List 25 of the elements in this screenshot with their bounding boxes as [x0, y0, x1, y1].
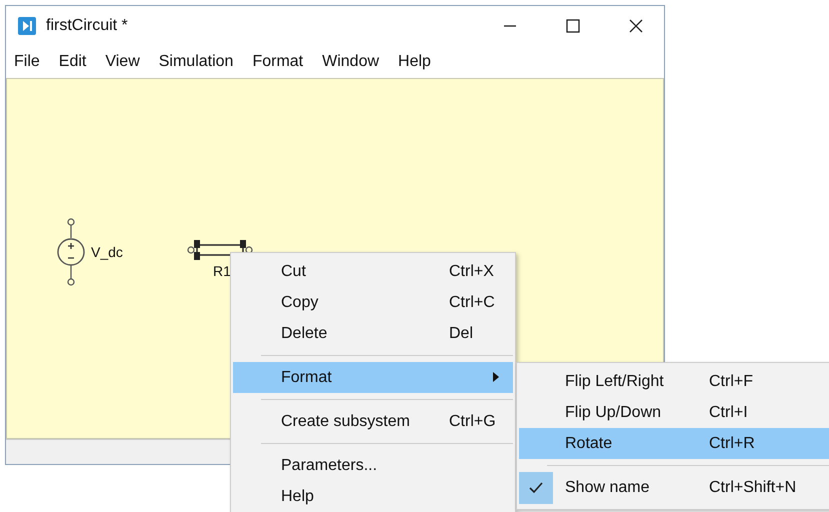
context-menu-item[interactable]: Copy Ctrl+C — [233, 287, 513, 318]
component-label: R1 — [213, 263, 231, 279]
submenu-item[interactable]: Rotate Ctrl+R — [519, 428, 829, 459]
context-menu-item[interactable]: Parameters... — [233, 450, 513, 481]
context-menu-item[interactable]: Create subsystem Ctrl+G — [233, 406, 513, 437]
app-logo-icon — [18, 17, 36, 35]
context-menu-item[interactable]: Cut Ctrl+X — [233, 256, 513, 287]
menu-item[interactable]: View — [105, 53, 140, 71]
close-icon[interactable] — [628, 18, 644, 34]
menu-item[interactable]: File — [14, 53, 40, 71]
context-menu-item[interactable]: Format — [233, 362, 513, 393]
submenu-item[interactable]: Show name Ctrl+Shift+N — [519, 472, 829, 503]
menu-item[interactable]: Window — [322, 53, 380, 71]
menu-item[interactable]: Simulation — [158, 53, 234, 71]
window-title: firstCircuit * — [46, 17, 128, 35]
maximize-icon[interactable] — [565, 18, 581, 34]
component-label: V_dc — [91, 244, 123, 260]
resistor-icon[interactable] — [187, 237, 253, 263]
context-menu-item[interactable]: Help — [233, 481, 513, 512]
submenu-item[interactable]: Flip Up/Down Ctrl+I — [519, 397, 829, 428]
menu-item[interactable]: Edit — [58, 53, 86, 71]
context-menu-item[interactable]: Delete Del — [233, 318, 513, 349]
menu-item[interactable]: Format — [252, 53, 304, 71]
menu-item[interactable]: Help — [398, 53, 431, 71]
submenu-item[interactable]: Flip Left/Right Ctrl+F — [519, 366, 829, 397]
